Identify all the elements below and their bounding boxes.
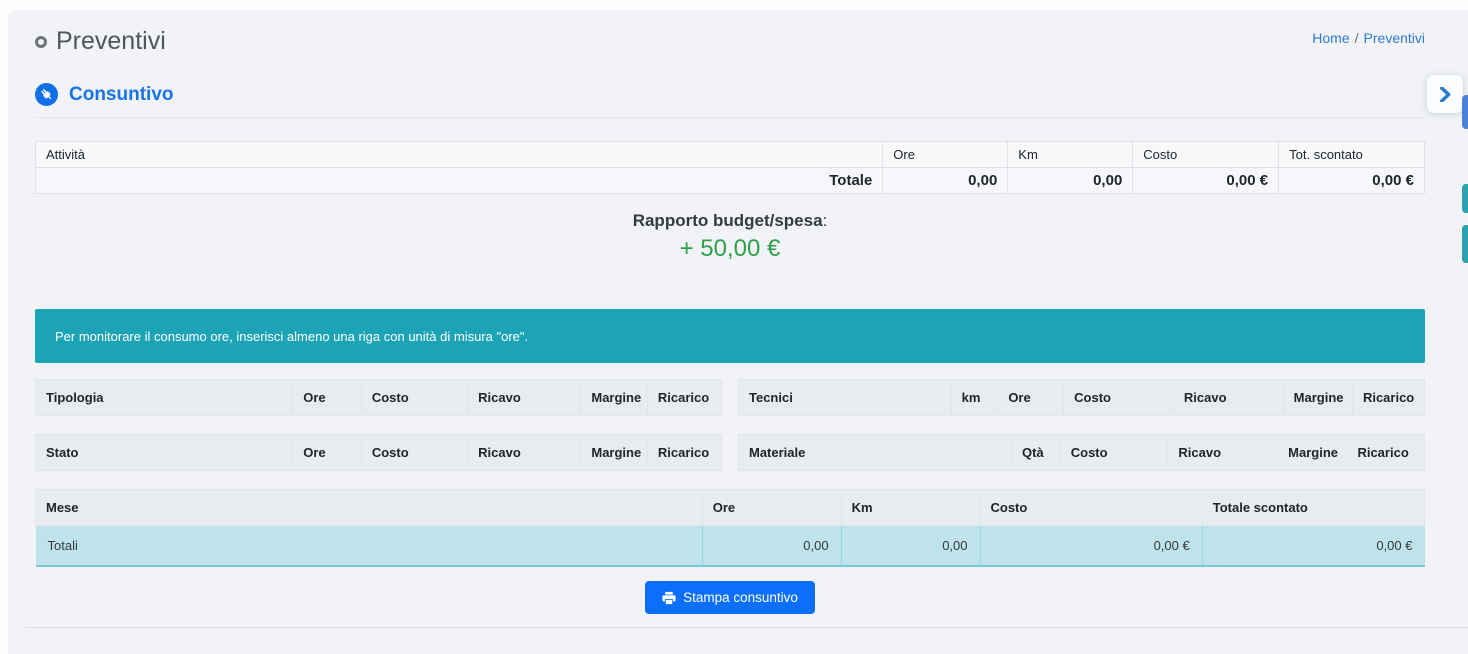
monthly-total-scontato: 0,00 € — [1202, 526, 1424, 567]
summary-total-row: Totale 0,00 0,00 0,00 € 0,00 € — [36, 168, 1425, 194]
materiale-col-name: Materiale — [739, 435, 1012, 471]
materiale-table: Materiale Qtà Costo Ricavo Margine Ricar… — [738, 434, 1425, 471]
footer-divider — [25, 627, 1468, 628]
monthly-col-km: Km — [841, 490, 980, 526]
module-ring-icon — [35, 36, 47, 48]
printer-icon — [662, 591, 676, 605]
plug-icon — [35, 83, 58, 106]
monthly-total-costo: 0,00 € — [980, 526, 1202, 567]
section-heading: Consuntivo — [35, 83, 1425, 106]
materiale-col-ricarico: Ricarico — [1347, 435, 1425, 471]
tipologia-col-ricavo: Ricavo — [468, 380, 581, 416]
summary-header-row: Attività Ore Km Costo Tot. scontato — [36, 142, 1425, 168]
monthly-col-mese: Mese — [36, 490, 703, 526]
print-report-label: Stampa consuntivo — [683, 590, 798, 605]
monthly-total-row: Totali 0,00 0,00 0,00 € 0,00 € — [36, 526, 1425, 567]
col-costo: Costo — [1133, 142, 1279, 168]
monthly-total-ore: 0,00 — [702, 526, 841, 567]
tecnici-col-km: km — [951, 380, 998, 416]
monthly-total-label: Totali — [36, 526, 703, 567]
info-alert-text: Per monitorare il consumo ore, inserisci… — [55, 329, 528, 344]
budget-section: Rapporto budget/spesa: + 50,00 € — [35, 211, 1425, 263]
materiale-col-ricavo: Ricavo — [1168, 435, 1278, 471]
page-header: Preventivi Home / Preventivi — [35, 10, 1425, 56]
total-label: Totale — [36, 168, 883, 194]
monthly-col-ore: Ore — [702, 490, 841, 526]
stato-table: Stato Ore Costo Ricavo Margine Ricarico — [35, 434, 722, 471]
breadcrumb-separator: / — [1355, 30, 1359, 46]
col-tot-scontato: Tot. scontato — [1279, 142, 1425, 168]
page-title: Preventivi — [56, 27, 166, 56]
summary-table: Attività Ore Km Costo Tot. scontato Tota… — [35, 141, 1425, 194]
tecnici-table: Tecnici km Ore Costo Ricavo Margine Rica… — [738, 379, 1425, 416]
tecnici-col-ricarico: Ricarico — [1352, 380, 1424, 416]
stato-col-margine: Margine — [581, 435, 648, 471]
tecnici-col-ricavo: Ricavo — [1173, 380, 1283, 416]
stato-col-ore: Ore — [293, 435, 362, 471]
main-panel: Preventivi Home / Preventivi Consuntivo — [8, 10, 1468, 654]
breadcrumb: Home / Preventivi — [1312, 27, 1425, 46]
info-alert: Per monitorare il consumo ore, inserisci… — [35, 309, 1425, 363]
monthly-col-costo: Costo — [980, 490, 1202, 526]
section-divider — [35, 117, 1425, 118]
tipologia-col-name: Tipologia — [36, 380, 293, 416]
breakdown-grid: Tipologia Ore Costo Ricavo Margine Ricar… — [35, 379, 1425, 471]
materiale-col-margine: Margine — [1278, 435, 1347, 471]
breadcrumb-home-link[interactable]: Home — [1312, 30, 1349, 46]
monthly-total-km: 0,00 — [841, 526, 980, 567]
section-title: Consuntivo — [69, 84, 174, 106]
col-ore: Ore — [883, 142, 1008, 168]
materiale-col-qta: Qtà — [1012, 435, 1061, 471]
print-report-button[interactable]: Stampa consuntivo — [645, 581, 815, 614]
edge-button-blue[interactable] — [1462, 95, 1468, 129]
tipologia-col-ore: Ore — [293, 380, 362, 416]
edge-button-teal-1[interactable] — [1462, 184, 1468, 213]
col-attivita: Attività — [36, 142, 883, 168]
tipologia-table: Tipologia Ore Costo Ricavo Margine Ricar… — [35, 379, 722, 416]
tipologia-col-ricarico: Ricarico — [647, 380, 721, 416]
tipologia-col-costo: Costo — [361, 380, 467, 416]
tipologia-col-margine: Margine — [581, 380, 648, 416]
monthly-header-row: Mese Ore Km Costo Totale scontato — [36, 490, 1425, 526]
stato-col-name: Stato — [36, 435, 293, 471]
stato-col-ricavo: Ricavo — [468, 435, 581, 471]
monthly-table: Mese Ore Km Costo Totale scontato Totali… — [35, 489, 1425, 567]
total-ore: 0,00 — [883, 168, 1008, 194]
breadcrumb-current-link[interactable]: Preventivi — [1364, 30, 1425, 46]
stato-col-ricarico: Ricarico — [647, 435, 721, 471]
col-km: Km — [1008, 142, 1133, 168]
tecnici-col-ore: Ore — [998, 380, 1064, 416]
stato-col-costo: Costo — [361, 435, 467, 471]
budget-colon: : — [823, 211, 828, 230]
tecnici-col-name: Tecnici — [739, 380, 952, 416]
budget-value: + 50,00 € — [35, 235, 1425, 263]
actions-row: Stampa consuntivo — [35, 581, 1425, 614]
tecnici-col-costo: Costo — [1064, 380, 1174, 416]
total-km: 0,00 — [1008, 168, 1133, 194]
edge-button-teal-2[interactable] — [1462, 225, 1468, 263]
total-tot-scontato: 0,00 € — [1279, 168, 1425, 194]
total-costo: 0,00 € — [1133, 168, 1279, 194]
materiale-col-costo: Costo — [1060, 435, 1168, 471]
chevron-right-icon — [1439, 87, 1452, 102]
side-panel-toggle[interactable] — [1427, 75, 1463, 113]
tecnici-col-margine: Margine — [1283, 380, 1352, 416]
monthly-col-totale-scontato: Totale scontato — [1202, 490, 1424, 526]
budget-label: Rapporto budget/spesa — [633, 211, 823, 230]
